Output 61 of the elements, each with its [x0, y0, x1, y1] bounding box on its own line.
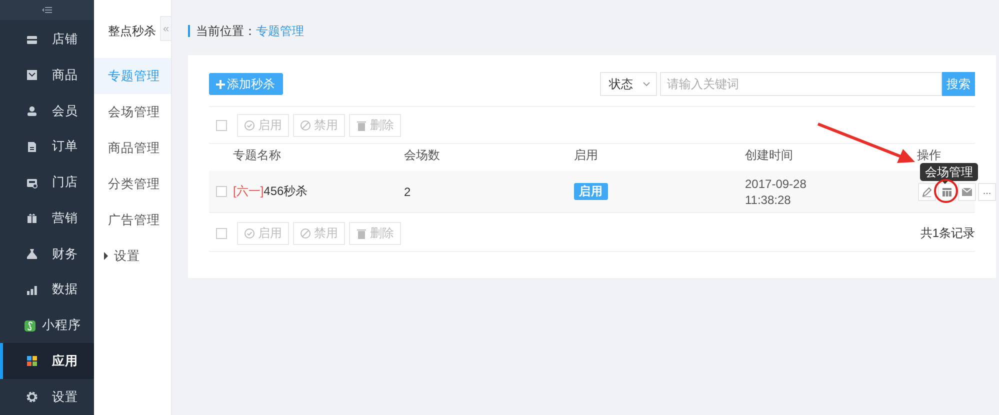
subnav-item[interactable]: 设置	[94, 238, 171, 274]
document-icon	[26, 140, 38, 153]
sidebar-item[interactable]: 门店	[0, 164, 94, 201]
column-header: 专题名称	[233, 147, 281, 164]
sidebar-item[interactable]: 设置	[0, 379, 94, 415]
checkbox[interactable]	[216, 228, 227, 238]
record-count: 共1条记录	[920, 224, 975, 242]
ban-icon	[300, 228, 311, 238]
subnav-item[interactable]: 分类管理	[94, 166, 171, 202]
user-icon	[26, 105, 38, 118]
subnav-item[interactable]: 会场管理	[94, 94, 171, 130]
table-cell-text: 2017-09-28 11:38:28	[745, 176, 808, 208]
venue-button[interactable]	[938, 182, 956, 200]
gift-icon	[26, 212, 38, 224]
sidebar-item[interactable]: 小程序	[0, 308, 94, 344]
mini-program-icon	[24, 320, 36, 332]
circle-annotation	[934, 179, 958, 203]
grid-icon	[26, 355, 38, 368]
sidebar-item[interactable]: 应用	[0, 343, 94, 380]
column-header: 会场数	[404, 147, 440, 164]
subnav-title: 整点秒杀	[108, 24, 156, 38]
status-select[interactable]: 状态	[600, 72, 657, 96]
checkbox[interactable]	[216, 120, 227, 130]
sidebar-item[interactable]: 数据	[0, 272, 94, 308]
column-header: 启用	[574, 147, 598, 164]
sidebar-item[interactable]: 营销	[0, 200, 94, 236]
trash-icon	[356, 228, 367, 238]
columns-icon	[942, 186, 952, 196]
ban-icon	[300, 120, 311, 130]
box-icon	[26, 69, 38, 82]
bar-chart-icon	[26, 284, 38, 296]
envelope-icon	[962, 186, 972, 196]
settings-icon	[26, 391, 38, 404]
sidebar-item[interactable]: 会员	[0, 93, 94, 130]
sidebar-item[interactable]: 财务	[0, 236, 94, 272]
breadcrumb-label: 当前位置：	[196, 22, 256, 40]
store-icon	[26, 34, 38, 46]
check-circle-icon	[244, 120, 255, 130]
trash-icon	[356, 120, 367, 130]
mail-button[interactable]	[958, 182, 976, 200]
subnav-item[interactable]: 商品管理	[94, 130, 171, 166]
column-header: 操作	[917, 147, 941, 164]
sidebar-item[interactable]: 订单	[0, 129, 94, 165]
menu-icon[interactable]	[42, 6, 52, 14]
chevron-down-icon	[643, 82, 650, 86]
money-bag-icon	[26, 248, 38, 260]
table-cell: [六一]456秒杀	[233, 183, 308, 200]
plus-icon	[216, 80, 225, 88]
search-field[interactable]: 请输入关键词	[660, 72, 942, 96]
more-button[interactable]: ...	[978, 182, 996, 200]
sidebar-item[interactable]: 店铺	[0, 22, 94, 58]
pencil-icon	[922, 186, 932, 196]
checkbox[interactable]	[216, 186, 227, 197]
shop-icon	[26, 176, 38, 189]
edit-button[interactable]	[918, 182, 936, 200]
check-circle-icon	[244, 228, 255, 238]
status-badge: 启用	[574, 183, 608, 200]
subnav-item[interactable]: 广告管理	[94, 202, 171, 238]
column-header: 创建时间	[745, 147, 793, 164]
sidebar-item[interactable]: 商品	[0, 58, 94, 94]
table-cell: 2	[404, 184, 411, 198]
